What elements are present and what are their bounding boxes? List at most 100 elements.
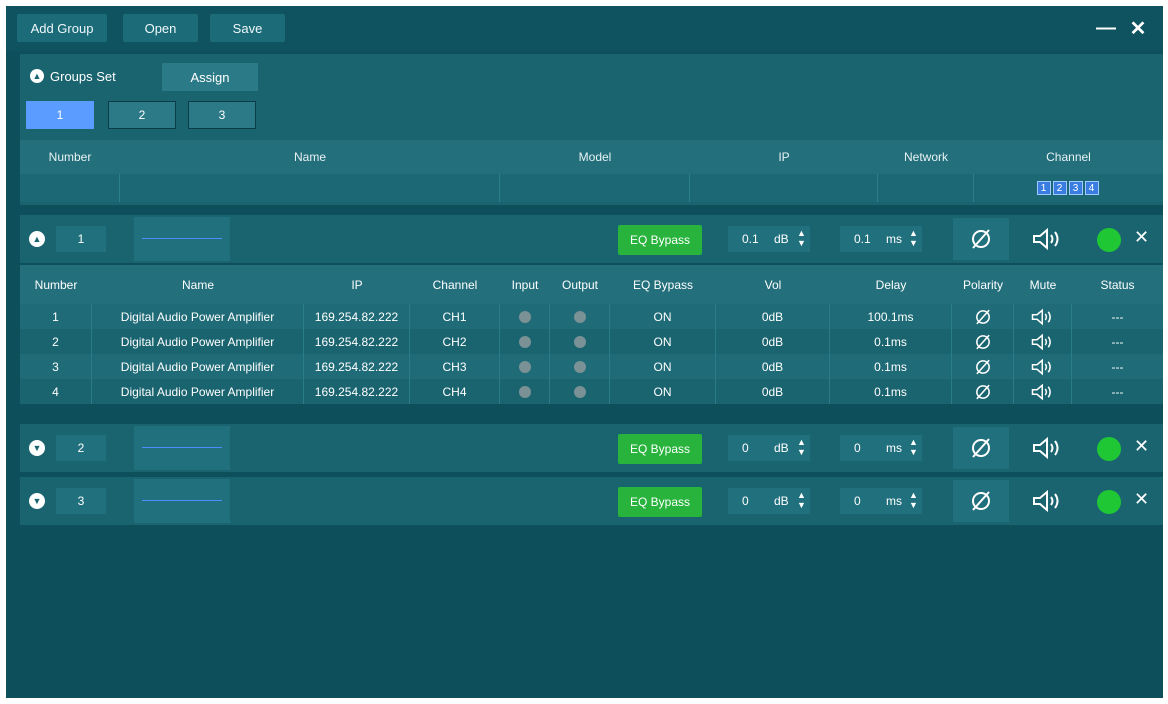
cell-eq-bypass[interactable]: ON <box>610 379 716 404</box>
table-row[interactable]: 1 Digital Audio Power Amplifier 169.254.… <box>20 304 1163 329</box>
mute-button[interactable] <box>1023 483 1073 519</box>
speaker-icon[interactable] <box>1014 354 1072 379</box>
groups-set-row[interactable]: 1 2 3 4 <box>20 174 1163 202</box>
cell-name: Digital Audio Power Amplifier <box>92 379 304 404</box>
polarity-icon[interactable] <box>952 379 1014 404</box>
cell-eq-bypass[interactable]: ON <box>610 354 716 379</box>
delay-unit: ms <box>886 441 902 455</box>
stepper-arrows-icon[interactable]: ▲ ▼ <box>909 437 918 457</box>
cell-channel: CH4 <box>410 379 500 404</box>
cell-number: 3 <box>20 354 92 379</box>
cell-eq-bypass[interactable]: ON <box>610 304 716 329</box>
cell-vol[interactable]: 0dB <box>716 354 830 379</box>
close-window-button[interactable]: ✕ <box>1127 16 1149 40</box>
header-network: Network <box>903 150 948 164</box>
polarity-icon[interactable] <box>952 354 1014 379</box>
open-button[interactable]: Open <box>123 14 198 42</box>
cell-vol[interactable]: 0dB <box>716 379 830 404</box>
col-mute: Mute <box>1029 277 1057 292</box>
vol-unit: dB <box>774 232 789 246</box>
remove-group-button[interactable]: ✕ <box>1134 489 1149 510</box>
vol-unit: dB <box>774 441 789 455</box>
col-name: Name <box>181 277 214 292</box>
eq-bypass-button[interactable]: EQ Bypass <box>618 225 702 255</box>
remove-group-button[interactable]: ✕ <box>1134 436 1149 457</box>
col-input: Input <box>511 277 539 292</box>
col-vol: Vol <box>764 277 782 292</box>
speaker-icon[interactable] <box>1014 379 1072 404</box>
delay-unit: ms <box>886 494 902 508</box>
stepper-arrows-icon[interactable]: ▲ ▼ <box>909 228 918 248</box>
header-ip: IP <box>778 150 790 164</box>
stepper-arrows-icon[interactable]: ▲ ▼ <box>797 490 806 510</box>
group-tab-3[interactable]: 3 <box>188 101 256 129</box>
vol-value: 0.1 <box>742 232 759 246</box>
polarity-button[interactable] <box>953 480 1009 522</box>
group-name-field[interactable] <box>134 479 230 523</box>
cell-status: --- <box>1111 309 1124 324</box>
cell-delay[interactable]: 0.1ms <box>830 354 952 379</box>
channel-box-3[interactable]: 3 <box>1068 181 1083 195</box>
cell-ip: 169.254.82.222 <box>304 304 410 329</box>
cell-delay[interactable]: 0.1ms <box>830 379 952 404</box>
stepper-arrows-icon[interactable]: ▲ ▼ <box>909 490 918 510</box>
col-polarity: Polarity <box>962 277 1003 292</box>
table-row[interactable]: 4 Digital Audio Power Amplifier 169.254.… <box>20 379 1163 404</box>
remove-group-button[interactable]: ✕ <box>1134 227 1149 248</box>
eq-bypass-button[interactable]: EQ Bypass <box>618 434 702 464</box>
input-led <box>500 354 550 379</box>
group-name-field[interactable] <box>134 217 230 261</box>
cell-vol[interactable]: 0dB <box>716 304 830 329</box>
delay-stepper[interactable]: 0 ms ▲ ▼ <box>840 488 922 514</box>
speaker-icon[interactable] <box>1014 304 1072 329</box>
cell-delay[interactable]: 0.1ms <box>830 329 952 354</box>
add-group-button[interactable]: Add Group <box>17 14 107 42</box>
chevron-down-icon[interactable]: ▼ <box>29 493 45 509</box>
eq-bypass-button[interactable]: EQ Bypass <box>618 487 702 517</box>
cell-vol[interactable]: 0dB <box>716 329 830 354</box>
table-row[interactable]: 3 Digital Audio Power Amplifier 169.254.… <box>20 354 1163 379</box>
cell-number: 4 <box>20 379 92 404</box>
polarity-button[interactable] <box>953 427 1009 469</box>
output-led <box>550 379 610 404</box>
status-indicator <box>1097 228 1121 252</box>
cell-eq-bypass[interactable]: ON <box>610 329 716 354</box>
polarity-icon[interactable] <box>952 329 1014 354</box>
group-tab-2[interactable]: 2 <box>108 101 176 129</box>
assign-button[interactable]: Assign <box>162 63 258 91</box>
mute-button[interactable] <box>1023 430 1073 466</box>
table-row[interactable]: 2 Digital Audio Power Amplifier 169.254.… <box>20 329 1163 354</box>
group-name-field[interactable] <box>134 426 230 470</box>
row-number-cell <box>20 174 120 202</box>
chevron-up-icon[interactable]: ▲ <box>29 231 45 247</box>
cell-delay[interactable]: 100.1ms <box>830 304 952 329</box>
input-led <box>500 329 550 354</box>
output-led <box>550 304 610 329</box>
delay-stepper[interactable]: 0.1 ms ▲ ▼ <box>840 226 922 252</box>
toolbar: Add Group Open Save — ✕ <box>6 6 1163 51</box>
channel-box-1[interactable]: 1 <box>1036 181 1051 195</box>
input-led <box>500 379 550 404</box>
group-tab-1[interactable]: 1 <box>26 101 94 129</box>
minimize-button[interactable]: — <box>1095 16 1117 40</box>
channel-box-2[interactable]: 2 <box>1052 181 1067 195</box>
chevron-up-icon[interactable]: ▲ <box>30 69 44 83</box>
chevron-down-icon[interactable]: ▼ <box>29 440 45 456</box>
channel-box-4[interactable]: 4 <box>1084 181 1099 195</box>
speaker-icon <box>1033 436 1059 460</box>
polarity-button[interactable] <box>953 218 1009 260</box>
delay-value: 0 <box>854 494 861 508</box>
vol-stepper[interactable]: 0 dB ▲ ▼ <box>728 435 810 461</box>
polarity-icon[interactable] <box>952 304 1014 329</box>
speaker-icon[interactable] <box>1014 329 1072 354</box>
stepper-arrows-icon[interactable]: ▲ ▼ <box>797 437 806 457</box>
delay-stepper[interactable]: 0 ms ▲ ▼ <box>840 435 922 461</box>
stepper-arrows-icon[interactable]: ▲ ▼ <box>797 228 806 248</box>
vol-stepper[interactable]: 0 dB ▲ ▼ <box>728 488 810 514</box>
vol-stepper[interactable]: 0.1 dB ▲ ▼ <box>728 226 810 252</box>
cell-channel: CH3 <box>410 354 500 379</box>
row-ip-cell <box>690 174 878 202</box>
mute-button[interactable] <box>1023 221 1073 257</box>
cell-number: 1 <box>20 304 92 329</box>
save-button[interactable]: Save <box>210 14 285 42</box>
